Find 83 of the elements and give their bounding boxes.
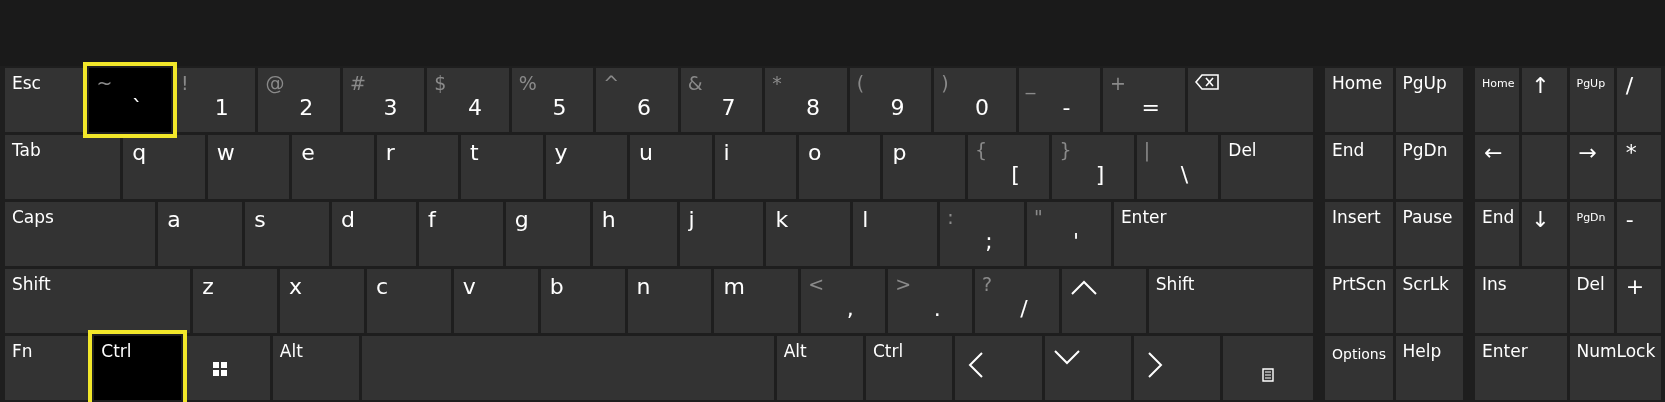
key[interactable]: p <box>883 135 965 199</box>
key[interactable]: { [ <box>967 135 1050 199</box>
key[interactable]: ( 9 <box>849 68 932 132</box>
key[interactable]: PgDn <box>1395 135 1463 199</box>
key[interactable]: o <box>798 135 881 199</box>
key[interactable]: ↑ <box>1522 68 1567 132</box>
key[interactable]: ScrLk <box>1395 269 1463 333</box>
key[interactable]: / <box>1616 68 1661 132</box>
key[interactable]: > . <box>888 269 973 333</box>
key[interactable]: * <box>1616 135 1661 199</box>
key[interactable]: Help <box>1395 336 1463 400</box>
key[interactable]: s <box>245 202 329 266</box>
key[interactable]: + = <box>1103 68 1185 132</box>
key[interactable]: : ; <box>940 202 1024 266</box>
key[interactable]: → <box>1569 135 1614 199</box>
key[interactable]: Home <box>1475 68 1520 132</box>
key[interactable]: PgDn <box>1569 202 1614 266</box>
key[interactable]: Caps <box>5 202 156 266</box>
key[interactable]: k <box>766 202 851 266</box>
key[interactable]: q <box>123 135 205 199</box>
key[interactable]: y <box>545 135 628 199</box>
key[interactable]: b <box>540 269 625 333</box>
key[interactable]: @ 2 <box>258 68 340 132</box>
key[interactable]: Insert <box>1325 202 1393 266</box>
key[interactable]: Home <box>1325 68 1393 132</box>
key[interactable]: | \ <box>1136 135 1219 199</box>
key[interactable]: Ctrl <box>865 336 953 400</box>
key[interactable]: j <box>679 202 764 266</box>
key[interactable]: ^ 6 <box>596 68 678 132</box>
key[interactable]: < , <box>801 269 886 333</box>
key[interactable]: Del <box>1221 135 1313 199</box>
key[interactable]: Alt <box>272 336 360 400</box>
key[interactable]: & 7 <box>680 68 763 132</box>
key[interactable]: Tab <box>5 135 121 199</box>
key[interactable]: d <box>332 202 416 266</box>
key[interactable]: PgUp <box>1569 68 1614 132</box>
key[interactable]: h <box>592 202 677 266</box>
key[interactable]: - <box>1616 202 1661 266</box>
key[interactable]: r <box>376 135 459 199</box>
key[interactable]: f <box>418 202 503 266</box>
key[interactable]: % 5 <box>511 68 594 132</box>
key[interactable]: ? / <box>975 269 1059 333</box>
key[interactable]: Options <box>1325 336 1393 400</box>
key[interactable]: Enter <box>1475 336 1567 400</box>
key[interactable]: NumLock <box>1569 336 1661 400</box>
key[interactable]: z <box>193 269 278 333</box>
key[interactable]: PrtScn <box>1325 269 1393 333</box>
key[interactable]: Del <box>1569 269 1614 333</box>
key[interactable]: i <box>714 135 796 199</box>
key[interactable]: v <box>453 269 538 333</box>
key[interactable]: t <box>461 135 543 199</box>
key[interactable]: Shift <box>5 269 191 333</box>
key[interactable]: Shift <box>1148 269 1314 333</box>
key[interactable]: Alt <box>776 336 863 400</box>
key[interactable]: n <box>627 269 712 333</box>
key[interactable]: ↓ <box>1522 202 1567 266</box>
key[interactable]: Enter <box>1113 202 1314 266</box>
key[interactable]: a <box>158 202 243 266</box>
key[interactable]: * 8 <box>765 68 847 132</box>
key[interactable]: l <box>853 202 938 266</box>
key[interactable]: Ins <box>1475 269 1567 333</box>
key[interactable]: } ] <box>1052 135 1134 199</box>
key[interactable]: x <box>280 269 364 333</box>
key[interactable]: m <box>714 269 799 333</box>
key[interactable]: _ - <box>1018 68 1101 132</box>
key[interactable]: " ' <box>1027 202 1111 266</box>
key[interactable]: $ 4 <box>427 68 509 132</box>
key[interactable]: PgUp <box>1395 68 1463 132</box>
backspace-icon <box>1194 74 1219 90</box>
key[interactable]: c <box>366 269 451 333</box>
key[interactable]: Pause <box>1395 202 1463 266</box>
key[interactable]: # 3 <box>342 68 425 132</box>
key[interactable]: u <box>630 135 712 199</box>
key[interactable]: ← <box>1475 135 1520 199</box>
menu-key-icon <box>1262 368 1275 382</box>
key[interactable]: e <box>292 135 374 199</box>
key[interactable]: End <box>1325 135 1393 199</box>
key[interactable]: End <box>1475 202 1520 266</box>
key[interactable]: ) 0 <box>934 68 1016 132</box>
key[interactable]: g <box>505 202 590 266</box>
key[interactable]: + <box>1616 269 1661 333</box>
key[interactable]: w <box>207 135 290 199</box>
windows-logo-icon <box>212 362 227 376</box>
